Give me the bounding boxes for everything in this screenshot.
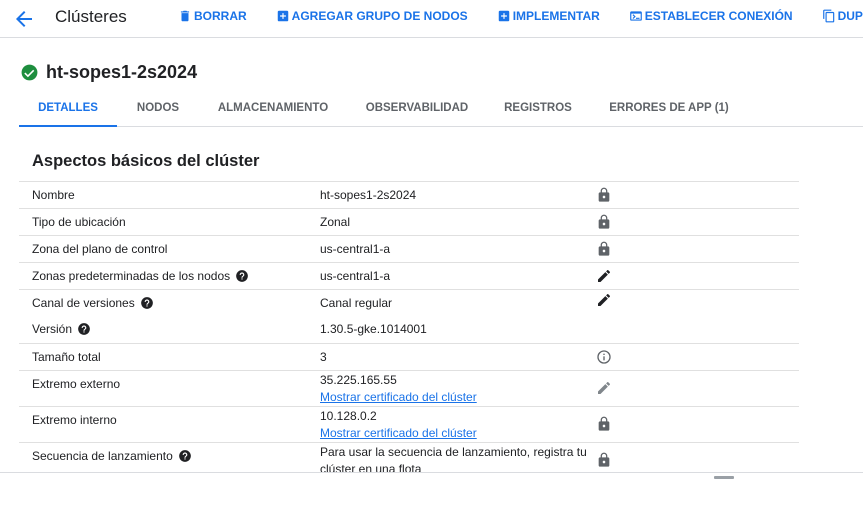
deploy-label: IMPLEMENTAR bbox=[512, 9, 600, 23]
section-title: Aspectos básicos del clúster bbox=[32, 152, 260, 170]
tab-nodes[interactable]: NODOS bbox=[129, 92, 187, 127]
row-label: Secuencia de lanzamiento bbox=[32, 449, 173, 463]
row-value-container: 35.225.165.55 Mostrar certificado del cl… bbox=[320, 372, 477, 406]
table-row: Zonas predeterminadas de los nodos us-ce… bbox=[19, 262, 799, 289]
row-label: Zona del plano de control bbox=[32, 242, 168, 256]
info-icon[interactable] bbox=[596, 349, 612, 365]
row-label-container: Versión bbox=[32, 322, 91, 336]
add-box-icon bbox=[277, 10, 288, 22]
row-value-container: 10.128.0.2 Mostrar certificado del clúst… bbox=[320, 408, 477, 442]
cluster-name: ht-sopes1-2s2024 bbox=[46, 62, 198, 82]
row-value: Zonal bbox=[320, 215, 351, 229]
terminal-icon bbox=[629, 11, 642, 21]
lock-icon bbox=[598, 214, 610, 229]
copy-icon bbox=[822, 9, 834, 23]
lock-icon bbox=[598, 187, 610, 202]
duplicate-label: DUPLICAR bbox=[837, 9, 863, 23]
row-label: Extremo externo bbox=[32, 377, 121, 391]
tab-bar: DETALLES NODOS ALMACENAMIENTO OBSERVABIL… bbox=[19, 92, 863, 127]
lock-icon bbox=[598, 452, 610, 467]
row-label: Versión bbox=[32, 322, 73, 336]
external-endpoint-value: 35.225.165.55 bbox=[320, 373, 397, 387]
row-label-container: Canal de versiones bbox=[32, 296, 154, 310]
panel-divider bbox=[0, 472, 863, 473]
cluster-header: ht-sopes1-2s2024 bbox=[20, 62, 197, 83]
table-row: Extremo interno 10.128.0.2 Mostrar certi… bbox=[19, 406, 799, 442]
row-value: 1.30.5-gke.1014001 bbox=[320, 322, 427, 336]
table-row: Nombre ht-sopes1-2s2024 bbox=[19, 181, 799, 208]
edit-icon-disabled bbox=[598, 381, 611, 394]
row-value: ht-sopes1-2s2024 bbox=[320, 188, 417, 202]
tab-storage[interactable]: ALMACENAMIENTO bbox=[215, 92, 331, 127]
check-circle-icon bbox=[21, 64, 38, 81]
delete-button[interactable]: BORRAR bbox=[178, 9, 247, 23]
top-toolbar: Clústeres BORRAR AGREGAR GRUPO DE NODOS … bbox=[0, 0, 863, 38]
table-row: Tipo de ubicación Zonal bbox=[19, 208, 799, 235]
row-label: Extremo interno bbox=[32, 413, 117, 427]
tab-logs[interactable]: REGISTROS bbox=[501, 92, 575, 127]
row-value: 3 bbox=[320, 350, 327, 364]
duplicate-button[interactable]: DUPLICAR bbox=[822, 9, 863, 23]
tab-observability[interactable]: OBSERVABILIDAD bbox=[362, 92, 472, 127]
tab-app-errors[interactable]: ERRORES DE APP (1) bbox=[607, 92, 731, 127]
table-row: Zona del plano de control us-central1-a bbox=[19, 235, 799, 262]
add-node-pool-button[interactable]: AGREGAR GRUPO DE NODOS bbox=[276, 9, 468, 23]
lock-icon bbox=[598, 241, 610, 256]
add-box-icon bbox=[498, 10, 509, 22]
add-node-pool-label: AGREGAR GRUPO DE NODOS bbox=[291, 9, 468, 23]
table-row: Versión 1.30.5-gke.1014001 bbox=[19, 316, 799, 343]
show-cluster-certificate-link[interactable]: Mostrar certificado del clúster bbox=[320, 389, 477, 406]
edit-icon[interactable] bbox=[596, 268, 612, 284]
table-row: Extremo externo 35.225.165.55 Mostrar ce… bbox=[19, 370, 799, 406]
row-label: Zonas predeterminadas de los nodos bbox=[32, 269, 231, 283]
connect-button[interactable]: ESTABLECER CONEXIÓN bbox=[629, 9, 793, 23]
deploy-button[interactable]: IMPLEMENTAR bbox=[497, 9, 600, 23]
help-icon[interactable] bbox=[140, 296, 154, 310]
row-label-container: Secuencia de lanzamiento bbox=[32, 449, 192, 463]
lock-icon bbox=[598, 416, 610, 431]
row-value: us-central1-a bbox=[320, 269, 391, 283]
table-row: Canal de versiones Canal regular bbox=[19, 289, 799, 316]
help-icon[interactable] bbox=[178, 449, 192, 463]
delete-button-label: BORRAR bbox=[194, 9, 247, 23]
internal-endpoint-value: 10.128.0.2 bbox=[320, 409, 377, 423]
show-cluster-certificate-link[interactable]: Mostrar certificado del clúster bbox=[320, 425, 477, 442]
row-label: Tamaño total bbox=[32, 350, 101, 364]
connect-label: ESTABLECER CONEXIÓN bbox=[644, 9, 793, 23]
row-label: Tipo de ubicación bbox=[32, 215, 126, 229]
page-title: Clústeres bbox=[55, 7, 127, 26]
row-value: Canal regular bbox=[320, 296, 393, 310]
action-bar: BORRAR AGREGAR GRUPO DE NODOS IMPLEMENTA… bbox=[178, 9, 863, 23]
row-label: Nombre bbox=[32, 188, 75, 202]
row-value: us-central1-a bbox=[320, 242, 391, 256]
edit-icon[interactable] bbox=[596, 292, 612, 308]
tab-details[interactable]: DETALLES bbox=[19, 92, 117, 127]
table-row: Tamaño total 3 bbox=[19, 343, 799, 370]
row-label-container: Zonas predeterminadas de los nodos bbox=[32, 269, 249, 283]
help-icon[interactable] bbox=[235, 269, 249, 283]
help-icon[interactable] bbox=[77, 322, 91, 336]
resize-handle[interactable] bbox=[714, 476, 734, 479]
delete-icon bbox=[180, 10, 190, 22]
back-arrow-icon[interactable] bbox=[12, 7, 36, 31]
row-label: Canal de versiones bbox=[32, 296, 135, 310]
